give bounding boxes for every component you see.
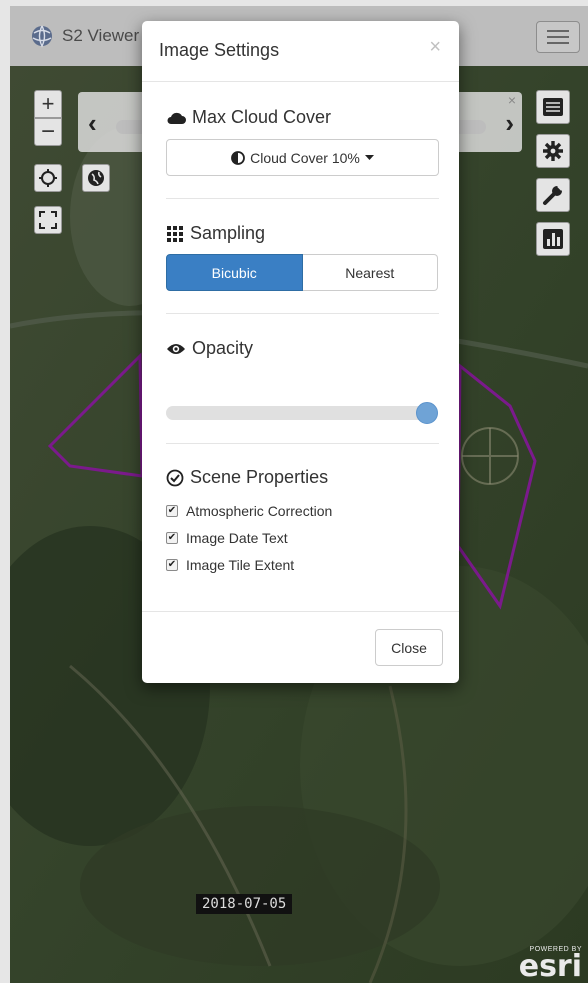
modal-close-x[interactable]: × — [429, 36, 441, 59]
cloud-section: Max Cloud Cover — [166, 107, 439, 128]
grid-icon — [167, 225, 183, 242]
basemap-button[interactable] — [82, 164, 110, 192]
layers-button[interactable] — [536, 90, 570, 124]
globe-icon — [88, 170, 104, 186]
half-circle-icon — [231, 150, 246, 165]
brand[interactable]: S2 Viewer — [30, 24, 139, 48]
modal-header: Image Settings × — [142, 21, 459, 82]
cloud-cover-dropdown[interactable]: Cloud Cover 10% — [166, 139, 439, 176]
tools-button[interactable] — [536, 178, 570, 212]
eye-icon — [167, 343, 185, 354]
check-circle-icon — [166, 469, 184, 486]
image-tile-extent-checkbox[interactable]: ✔ — [166, 559, 178, 571]
atmospheric-correction-checkbox[interactable]: ✔ — [166, 505, 178, 517]
zoom-out-button[interactable]: − — [34, 118, 62, 146]
scene-section: Scene Properties — [166, 467, 439, 488]
cloud-cover-value: Cloud Cover 10% — [250, 149, 360, 166]
wrench-icon — [543, 185, 563, 205]
menu-button[interactable] — [536, 21, 580, 53]
list-icon — [543, 98, 563, 116]
opacity-slider-track[interactable] — [166, 406, 431, 420]
esri-attribution[interactable]: POWERED BY esri — [518, 946, 582, 983]
opacity-heading-text: Opacity — [192, 338, 254, 358]
sampling-toggle: Bicubic Nearest — [166, 254, 438, 291]
hamburger-icon — [547, 30, 569, 32]
timeline-prev-button[interactable]: ‹ — [88, 108, 97, 139]
image-tile-extent-label: Image Tile Extent — [186, 557, 295, 573]
timeline-close-button[interactable]: × — [508, 92, 516, 108]
timeline-next-button[interactable]: › — [505, 108, 514, 139]
scene-heading: Scene Properties — [166, 467, 439, 488]
cloud-heading-text: Max Cloud Cover — [192, 107, 332, 127]
atmospheric-correction-label: Atmospheric Correction — [186, 503, 333, 519]
image-date-text-checkbox[interactable]: ✔ — [166, 532, 178, 544]
image-tile-extent-option[interactable]: ✔ Image Tile Extent — [166, 557, 294, 573]
divider — [166, 198, 439, 199]
bar-chart-icon — [543, 229, 563, 249]
gear-icon — [543, 141, 563, 161]
hamburger-line — [547, 36, 569, 38]
zoom-in-label: + — [41, 91, 55, 116]
sampling-section: Sampling — [166, 223, 439, 244]
settings-button[interactable] — [536, 134, 570, 168]
image-date-text-option[interactable]: ✔ Image Date Text — [166, 530, 288, 546]
opacity-slider-thumb[interactable] — [416, 402, 438, 424]
image-settings-modal: Image Settings × Max Cloud Cover Cloud C… — [142, 21, 459, 683]
close-button[interactable]: Close — [375, 629, 443, 666]
globe-logo-icon — [32, 25, 52, 48]
sampling-heading: Sampling — [166, 223, 439, 244]
image-date-text: 2018-07-05 — [196, 894, 293, 914]
app-title: S2 Viewer — [62, 26, 140, 45]
divider — [166, 313, 439, 314]
opacity-section: Opacity — [166, 338, 439, 359]
atmospheric-correction-option[interactable]: ✔ Atmospheric Correction — [166, 503, 332, 519]
scene-heading-text: Scene Properties — [190, 467, 329, 487]
esri-logo: esri — [518, 949, 582, 983]
zoom-out-label: − — [40, 118, 55, 145]
sampling-nearest-button[interactable]: Nearest — [302, 254, 438, 291]
caret-down-icon — [364, 154, 374, 160]
expand-icon — [39, 211, 57, 229]
sampling-bicubic-button[interactable]: Bicubic — [166, 254, 303, 291]
modal-footer: Close — [142, 611, 459, 683]
locate-button[interactable] — [34, 164, 62, 192]
cloud-icon — [167, 112, 186, 124]
image-date-text-label: Image Date Text — [186, 530, 288, 546]
crosshair-icon — [39, 169, 57, 187]
divider — [166, 443, 439, 444]
chart-button[interactable] — [536, 222, 570, 256]
cloud-heading: Max Cloud Cover — [166, 107, 439, 128]
app-window: S2 Viewer + − ‹ › × 2018-07-05 POWERED B… — [10, 6, 588, 983]
fullscreen-button[interactable] — [34, 206, 62, 234]
modal-title: Image Settings — [159, 40, 280, 60]
sampling-heading-text: Sampling — [190, 223, 266, 243]
opacity-heading: Opacity — [166, 338, 439, 359]
zoom-in-button[interactable]: + — [34, 90, 62, 118]
hamburger-line — [547, 42, 569, 44]
